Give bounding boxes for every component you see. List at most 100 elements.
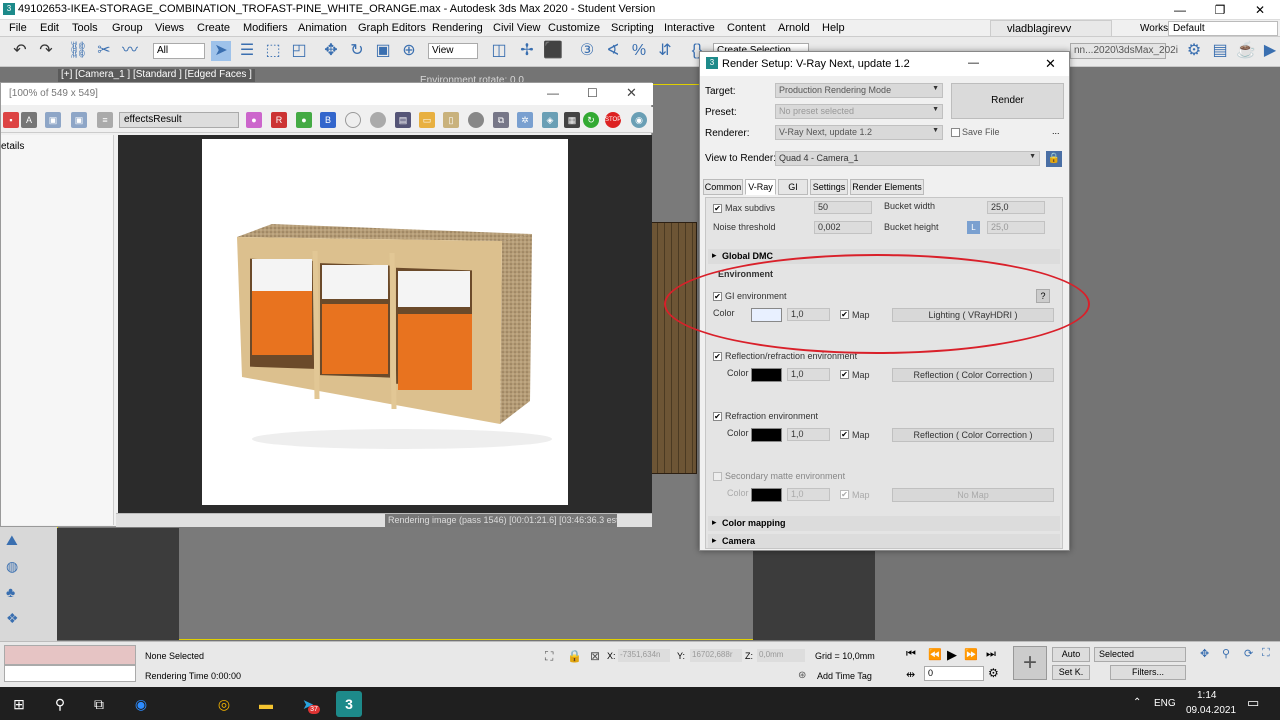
menu-scripting[interactable]: Scripting	[611, 22, 654, 34]
max-subdivs-spinner[interactable]: 50	[814, 201, 872, 214]
secondary-map-button[interactable]: No Map	[892, 488, 1054, 502]
bucket-width-spinner[interactable]: 25,0	[987, 201, 1045, 214]
layers-icon[interactable]: ❖	[6, 610, 19, 627]
clock-time[interactable]: 1:14	[1197, 690, 1216, 701]
camera-rollout[interactable]: Camera	[708, 534, 1060, 548]
menu-modifiers[interactable]: Modifiers	[243, 22, 288, 34]
go-to-end-icon[interactable]: ⏭	[986, 648, 996, 661]
maxscript-listener[interactable]	[4, 645, 136, 665]
notifications-icon[interactable]: ▭	[1247, 695, 1259, 711]
save-file-browse-button[interactable]: ...	[1052, 126, 1060, 136]
folder-icon[interactable]: ▭	[419, 112, 435, 128]
reflection-color-swatch[interactable]	[751, 368, 782, 382]
maxscript-mini-listener[interactable]	[4, 665, 136, 682]
tab-render-elements[interactable]: Render Elements	[850, 179, 924, 195]
clock-date[interactable]: 09.04.2021	[1186, 705, 1236, 716]
rotate-icon[interactable]: ↻	[347, 41, 367, 61]
link-icon[interactable]: ⛓	[68, 41, 88, 61]
history-icon[interactable]: ≡	[97, 112, 113, 128]
close-button[interactable]: ✕	[1240, 0, 1280, 20]
refresh-render-icon[interactable]: ↻	[583, 112, 599, 128]
previous-frame-icon[interactable]: ⏪	[928, 648, 942, 661]
bucket-height-spinner[interactable]: 25,0	[987, 221, 1045, 234]
chrome-icon[interactable]: ◎	[211, 691, 237, 717]
clipboard-icon[interactable]: ▯	[443, 112, 459, 128]
reference-coordinate-dropdown[interactable]: View	[428, 43, 478, 59]
menu-edit[interactable]: Edit	[40, 22, 59, 34]
reflection-multiplier-spinner[interactable]: 1,0	[787, 368, 830, 381]
sphere-icon[interactable]	[468, 112, 484, 128]
tab-vray[interactable]: V-Ray	[745, 179, 776, 195]
lock-view-icon[interactable]: 🔒	[1046, 151, 1062, 167]
tab-settings[interactable]: Settings	[810, 179, 848, 195]
vfb-maximize-button[interactable]: ☐	[587, 86, 598, 100]
vfb-minimize-button[interactable]: —	[547, 86, 559, 100]
maximize-viewport-icon[interactable]: ⛶	[1262, 647, 1270, 660]
key-filters-button[interactable]: Filters...	[1110, 665, 1186, 680]
red-channel-icon[interactable]: R	[271, 112, 287, 128]
render-teapot-icon[interactable]: ◉	[631, 112, 647, 128]
selection-filter-dropdown[interactable]: All	[153, 43, 205, 59]
lock-selection-icon[interactable]: 🔒	[567, 649, 582, 663]
menu-create[interactable]: Create	[197, 22, 230, 34]
noise-threshold-spinner[interactable]: 0,002	[814, 221, 872, 234]
menu-rendering[interactable]: Rendering	[432, 22, 483, 34]
undo-icon[interactable]: ↶	[10, 41, 30, 61]
select-manipulate-icon[interactable]: ✢	[517, 41, 537, 61]
color-swatch-icon[interactable]: ▣	[71, 112, 87, 128]
render-production-icon[interactable]: ☕	[1236, 41, 1256, 61]
refraction-map-checkbox[interactable]: ✔	[840, 430, 849, 439]
language-indicator[interactable]: ENG	[1154, 698, 1176, 709]
track-mouse-icon[interactable]: ✲	[517, 112, 533, 128]
pivot-icon[interactable]: ◫	[489, 41, 509, 61]
green-channel-icon[interactable]: ●	[296, 112, 312, 128]
secondary-color-swatch[interactable]	[751, 488, 782, 502]
go-to-start-icon[interactable]: ⏮	[906, 648, 916, 661]
mono-channel-icon[interactable]: ▣	[45, 112, 61, 128]
set-key-button[interactable]: Set K.	[1052, 665, 1090, 680]
tray-chevron-icon[interactable]: ⌃	[1133, 697, 1141, 708]
secondary-multiplier-spinner[interactable]: 1,0	[787, 488, 830, 501]
angle-snap-icon[interactable]: ∢	[603, 41, 623, 61]
scale-icon[interactable]: ▣	[373, 41, 393, 61]
menu-views[interactable]: Views	[155, 22, 184, 34]
time-configuration-icon[interactable]: ⚙	[988, 666, 999, 680]
window-crossing-icon[interactable]: ◰	[289, 41, 309, 61]
menu-animation[interactable]: Animation	[298, 22, 347, 34]
user-account-dropdown[interactable]: vladblagirevv	[990, 20, 1112, 37]
save-file-checkbox[interactable]	[951, 128, 960, 137]
percent-snap-icon[interactable]: %	[629, 41, 649, 61]
save-image-icon[interactable]: ▪	[3, 112, 19, 128]
render-button[interactable]: Render	[951, 83, 1064, 119]
menu-civil-view[interactable]: Civil View	[493, 22, 540, 34]
stop-render-icon[interactable]: STOP	[605, 112, 621, 128]
menu-content[interactable]: Content	[727, 22, 766, 34]
move-icon[interactable]: ✥	[321, 41, 341, 61]
isolate-icon[interactable]: ⛶	[545, 649, 553, 664]
bind-space-warp-icon[interactable]: 〰	[120, 41, 140, 61]
place-icon[interactable]: ⊕	[399, 41, 419, 61]
auto-key-button[interactable]: Auto	[1052, 647, 1090, 662]
region-render-icon[interactable]: ◈	[542, 112, 558, 128]
set-key-icon[interactable]: +	[1013, 646, 1047, 680]
workspace-dropdown[interactable]: Default	[1168, 21, 1278, 36]
region-select-icon[interactable]: ⬚	[263, 41, 283, 61]
spinner-snap-icon[interactable]: ⇵	[655, 41, 675, 61]
x-coordinate-field[interactable]: -7351,634n	[618, 649, 670, 662]
render-setup-close-button[interactable]: ✕	[1045, 56, 1056, 72]
save-icon[interactable]: ▤	[395, 112, 411, 128]
unlink-icon[interactable]: ✂	[94, 41, 114, 61]
render-setup-minimize-button[interactable]: —	[968, 57, 979, 69]
renderer-dropdown[interactable]: V-Ray Next, update 1.2	[775, 125, 943, 140]
play-icon[interactable]: ▶	[947, 647, 957, 663]
refraction-multiplier-spinner[interactable]: 1,0	[787, 428, 830, 441]
time-tag-icon[interactable]: ⊛	[798, 670, 806, 681]
render-setup-icon[interactable]: ⚙	[1184, 41, 1204, 61]
3dsmax-taskbar-icon[interactable]: 3	[336, 691, 362, 717]
render-display[interactable]	[118, 135, 652, 513]
menu-customize[interactable]: Customize	[548, 22, 600, 34]
refraction-environment-checkbox[interactable]: ✔	[713, 412, 722, 421]
menu-graph-editors[interactable]: Graph Editors	[358, 22, 426, 34]
select-object-icon[interactable]: ➤	[211, 41, 231, 61]
project-path[interactable]: nn...2020\3dsMax_202i	[1070, 43, 1178, 59]
